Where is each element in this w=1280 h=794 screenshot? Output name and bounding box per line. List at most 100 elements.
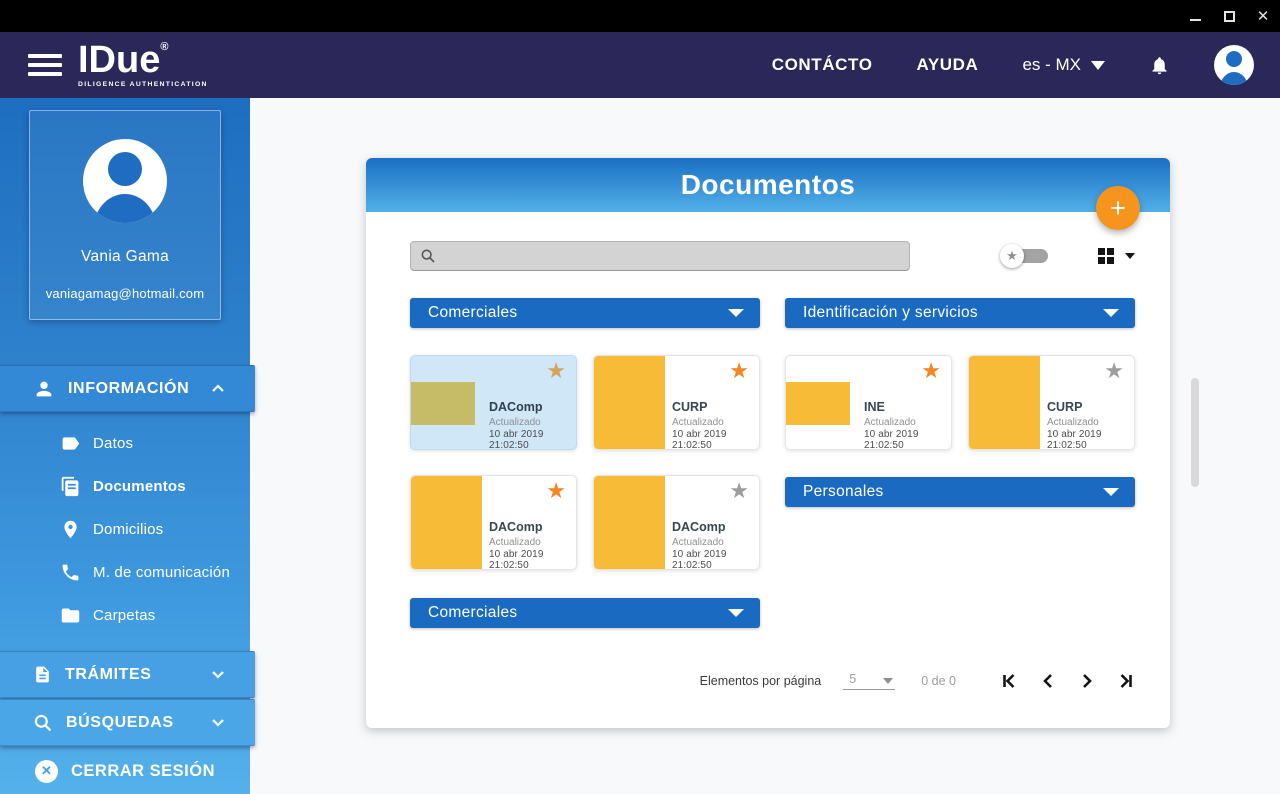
section-label: BÚSQUEDAS [66, 714, 174, 732]
content-scrollbar[interactable] [1191, 378, 1199, 487]
group-bar-personales[interactable]: Personales [785, 477, 1135, 507]
language-value: es - MX [1022, 55, 1081, 75]
maximize-icon [1224, 11, 1235, 22]
favorites-filter-toggle[interactable]: ★ [1000, 244, 1050, 268]
folder-icon [58, 605, 82, 626]
search-box [410, 241, 910, 271]
favorite-star-icon[interactable]: ★ [546, 357, 566, 386]
close-button[interactable]: ✕ [1246, 0, 1280, 32]
app-logo: IDue® DILIGENCE AUTHENTICATION [78, 42, 208, 87]
profile-email: vaniagamag@hotmail.com [30, 286, 220, 301]
next-page-button[interactable] [1078, 672, 1096, 690]
document-card-curp[interactable]: ★ CURP Actualizado 10 abr 2019 21:02:50 [593, 355, 760, 450]
document-status: Actualizado [672, 537, 724, 548]
sidebar-nav: INFORMACIÓN Datos Documentos Domicilios [0, 365, 250, 794]
sidebar-item-datos[interactable]: Datos [0, 422, 250, 465]
document-thumbnail [594, 476, 665, 569]
sidebar-section-informacion[interactable]: INFORMACIÓN [0, 365, 255, 412]
minimize-button[interactable] [1178, 0, 1212, 32]
logo-tagline: DILIGENCE AUTHENTICATION [78, 81, 208, 88]
document-status: Actualizado [489, 417, 541, 428]
profile-card: Vania Gama vaniagamag@hotmail.com [29, 110, 221, 320]
profile-name: Vania Gama [30, 248, 220, 266]
contact-link[interactable]: CONTÁCTO [772, 55, 873, 75]
first-page-button[interactable] [1000, 672, 1018, 690]
document-card-dacomp[interactable]: ★ DAComp Actualizado 10 abr 2019 21:02:5… [410, 475, 577, 570]
chevron-down-icon [883, 678, 893, 684]
card-row: ★ DAComp Actualizado 10 abr 2019 21:02:5… [410, 475, 760, 570]
os-titlebar: ✕ [0, 0, 1280, 32]
tag-icon [58, 433, 82, 454]
avatar-body [94, 194, 156, 223]
page-title: Documentos [681, 169, 856, 201]
chevron-down-icon [728, 609, 744, 617]
help-link[interactable]: AYUDA [917, 55, 979, 75]
profile-avatar [83, 139, 167, 223]
favorite-star-icon[interactable]: ★ [729, 477, 749, 506]
avatar-body [1220, 72, 1248, 85]
maximize-button[interactable] [1212, 0, 1246, 32]
search-icon [420, 248, 436, 269]
search-input[interactable] [410, 241, 910, 271]
documents-panel: Documentos + ★ [366, 158, 1170, 728]
favorite-star-icon[interactable]: ★ [921, 357, 941, 386]
group-label: Identificación y servicios [803, 304, 978, 322]
document-thumbnail [594, 356, 665, 449]
search-icon [33, 713, 53, 733]
document-card-dacomp[interactable]: ★ DAComp Actualizado 10 abr 2019 21:02:5… [593, 475, 760, 570]
hamburger-menu-icon[interactable] [28, 54, 62, 76]
chevron-down-icon [1091, 61, 1105, 70]
chevron-up-icon [211, 384, 225, 393]
last-page-button[interactable] [1117, 672, 1135, 690]
sidebar-section-busquedas[interactable]: BÚSQUEDAS [0, 699, 255, 746]
view-mode-selector[interactable] [1098, 248, 1135, 264]
chevron-down-icon [1125, 253, 1135, 259]
sidebar-item-documentos[interactable]: Documentos [0, 465, 250, 508]
sidebar-item-medios-comunicacion[interactable]: M. de comunicación [0, 551, 250, 594]
user-avatar[interactable] [1214, 45, 1254, 85]
group-label: Comerciales [428, 304, 517, 322]
favorite-star-icon[interactable]: ★ [1104, 357, 1124, 386]
minimize-icon [1190, 19, 1201, 21]
main-content: Documentos + ★ [250, 98, 1280, 794]
logo-text: IDue [78, 39, 160, 81]
logout-button[interactable]: ✕ CERRAR SESIÓN [0, 748, 250, 794]
sidebar-section-tramites[interactable]: TRÁMITES [0, 651, 255, 698]
close-circle-icon: ✕ [35, 760, 58, 783]
language-selector[interactable]: es - MX [1022, 55, 1105, 75]
sidebar-item-domicilios[interactable]: Domicilios [0, 508, 250, 551]
sidebar-item-label: Datos [93, 435, 133, 452]
page-size-select[interactable]: 5 [843, 672, 895, 690]
group-label: Personales [803, 483, 884, 501]
previous-page-button[interactable] [1039, 672, 1057, 690]
document-status: Actualizado [489, 537, 541, 548]
group-bar-comerciales[interactable]: Comerciales [410, 298, 760, 328]
document-card-dacomp[interactable]: ★ DAComp Actualizado 10 abr 2019 21:02:5… [410, 355, 577, 450]
sidebar-item-label: Documentos [93, 478, 186, 495]
document-card-curp[interactable]: ★ CURP Actualizado 10 abr 2019 21:02:50 [968, 355, 1135, 450]
group-bar-identificacion[interactable]: Identificación y servicios [785, 298, 1135, 328]
chevron-down-icon [211, 670, 225, 679]
document-status: Actualizado [1047, 417, 1099, 428]
document-date: 10 abr 2019 21:02:50 [672, 549, 759, 570]
grid-view-icon [1098, 248, 1114, 264]
page-size-label: Elementos por página [700, 674, 822, 688]
informacion-submenu: Datos Documentos Domicilios M. de comuni… [0, 412, 250, 643]
close-icon: ✕ [1257, 9, 1270, 24]
document-name: INE [864, 400, 885, 414]
section-label: TRÁMITES [65, 666, 152, 684]
group-bar-comerciales-2[interactable]: Comerciales [410, 598, 760, 628]
add-document-button[interactable]: + [1096, 186, 1140, 230]
sidebar-item-carpetas[interactable]: Carpetas [0, 594, 250, 637]
favorite-star-icon[interactable]: ★ [729, 357, 749, 386]
notifications-bell-icon[interactable] [1149, 55, 1170, 76]
document-card-ine[interactable]: ★ INE Actualizado 10 abr 2019 21:02:50 [785, 355, 952, 450]
document-status: Actualizado [864, 417, 916, 428]
document-date: 10 abr 2019 21:02:50 [864, 429, 951, 450]
card-row: ★ DAComp Actualizado 10 abr 2019 21:02:5… [410, 355, 760, 450]
document-name: CURP [1047, 400, 1082, 414]
document-date: 10 abr 2019 21:02:50 [1047, 429, 1134, 450]
favorite-star-icon[interactable]: ★ [546, 477, 566, 506]
right-column: Identificación y servicios ★ INE Actuali… [785, 298, 1135, 628]
group-label: Comerciales [428, 604, 517, 622]
